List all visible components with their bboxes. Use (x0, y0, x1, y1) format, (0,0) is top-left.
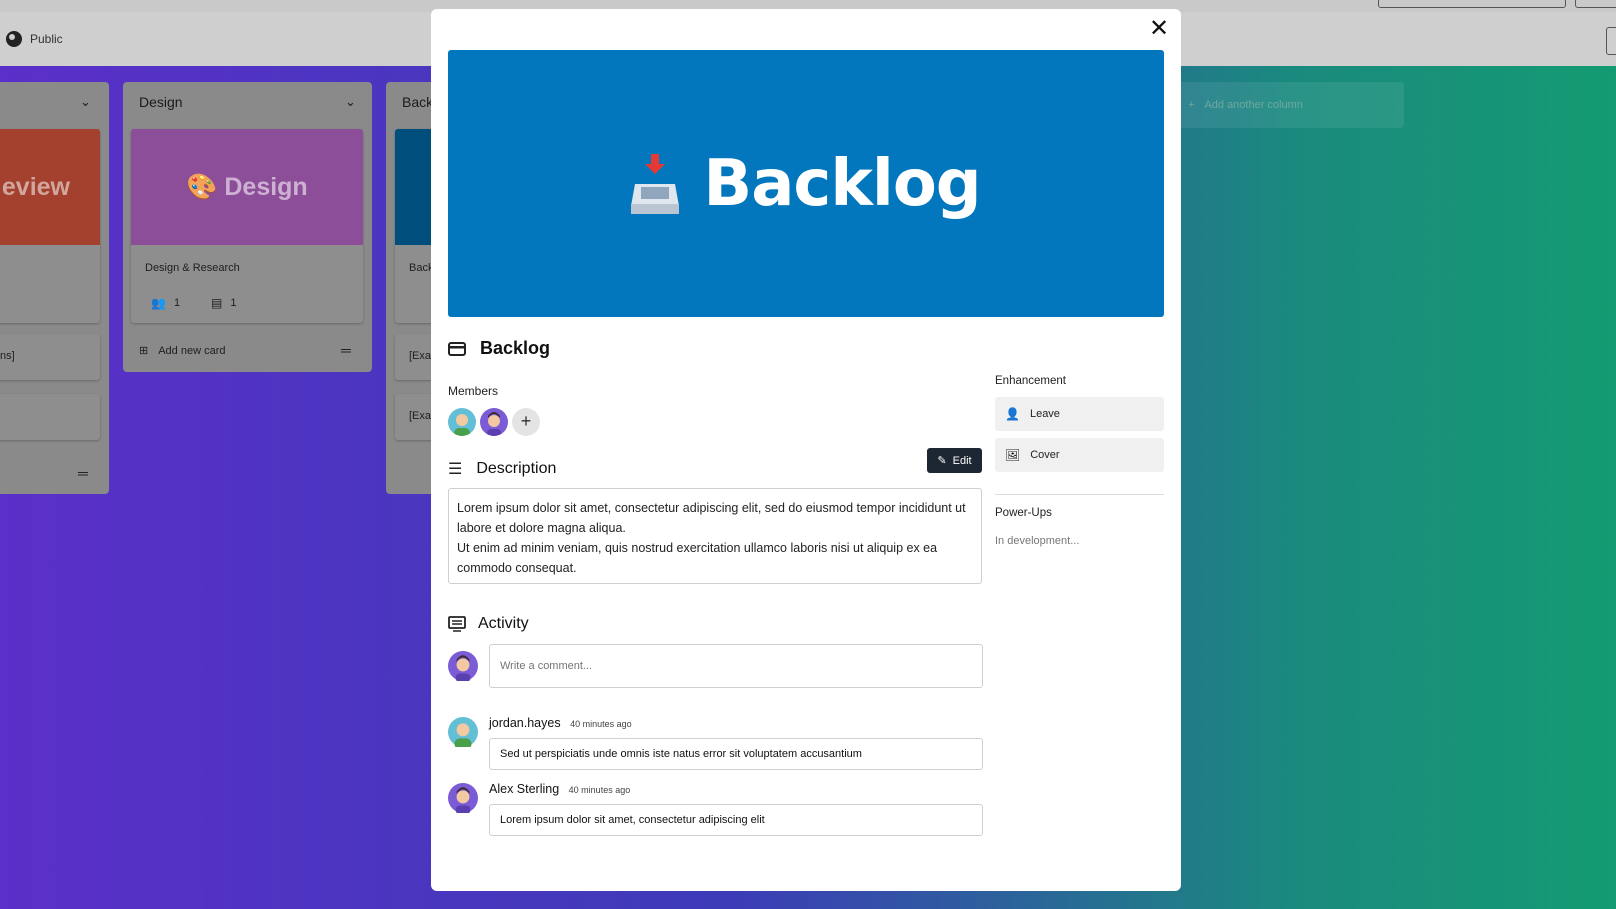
comment-text: Sed ut perspiciatis unde omnis iste natu… (489, 738, 983, 770)
column-title: Design (139, 94, 183, 110)
card-cover: eview (0, 129, 100, 245)
cover-button[interactable]: 🖼 Cover (995, 438, 1164, 472)
description-icon: ☰ (448, 461, 463, 478)
card-title: Design & Research (145, 262, 240, 274)
description-line: Ut enim ad minim veniam, quis nostrud ex… (457, 541, 938, 575)
sidebar-divider (995, 494, 1164, 495)
cover-title: Backlog (703, 146, 981, 221)
card-icon (448, 341, 466, 356)
member-avatars: + (448, 408, 540, 436)
add-card-button[interactable]: ⊞ Add new card (139, 344, 226, 358)
drag-handle-icon[interactable]: ═ (341, 342, 351, 358)
person-icon (455, 787, 471, 815)
top-search-box[interactable] (1378, 0, 1566, 8)
comment-author[interactable]: Alex Sterling (489, 782, 559, 796)
add-column-label: Add another column (1204, 99, 1303, 111)
board-column-review: ⌄ eview ns] ═ (0, 82, 109, 494)
board-card[interactable]: eview (0, 129, 100, 323)
comment-icon: ▤ (211, 296, 223, 310)
description-line: Lorem ipsum dolor sit amet, consectetur … (457, 501, 966, 535)
inbox-tray-icon (631, 153, 680, 214)
cover-label: Cover (1030, 449, 1060, 461)
comment-header: Alex Sterling 40 minutes ago (489, 782, 630, 796)
board-menu-button[interactable] (1606, 27, 1616, 55)
powerups-label: Power-Ups (995, 507, 1052, 519)
comment-avatar (448, 717, 478, 750)
edit-description-button[interactable]: ✎ Edit (927, 448, 982, 473)
card-title[interactable]: Backlog (480, 338, 550, 359)
leave-label: Leave (1029, 408, 1060, 420)
card-detail-modal: ✕ Backlog Backlog Members + ☰ Descriptio… (431, 9, 1181, 891)
leave-button[interactable]: 👤 Leave (995, 397, 1164, 431)
person-icon (454, 723, 472, 750)
add-card-label: Add new card (158, 344, 226, 357)
activity-header: Activity (448, 615, 529, 633)
comment-header: jordan.hayes 40 minutes ago (489, 716, 632, 730)
card-cover: 🎨 Design (131, 129, 363, 245)
chevron-down-icon[interactable]: ⌄ (80, 94, 91, 109)
card-comments: ▤ 1 (211, 296, 236, 310)
visibility-label: Public (30, 32, 63, 46)
globe-icon (6, 31, 22, 47)
board-card[interactable]: 🎨 Design Design & Research 👥 1 ▤ 1 (131, 129, 363, 323)
description-text[interactable]: Lorem ipsum dolor sit amet, consectetur … (448, 488, 982, 584)
top-account-box[interactable] (1575, 0, 1616, 8)
members-label: Members (448, 384, 499, 398)
description-title: Description (476, 460, 557, 477)
person-icon (454, 414, 470, 436)
comment-author[interactable]: jordan.hayes (489, 716, 561, 730)
drag-handle-icon[interactable]: ═ (78, 465, 88, 481)
edit-icon: ✎ (937, 455, 947, 467)
card-title: Back (409, 262, 434, 274)
image-icon: 🖼 (1005, 448, 1021, 462)
comment-time: 40 minutes ago (568, 785, 631, 795)
powerups-status: In development... (995, 535, 1080, 547)
avatar[interactable] (480, 408, 508, 436)
cover-text: eview (1, 172, 70, 201)
card-title-row: Backlog (448, 338, 550, 359)
card-title: [Exa (409, 410, 432, 422)
card-members: 👥 1 (151, 296, 180, 310)
comment-body: Lorem ipsum dolor sit amet, consectetur … (500, 814, 765, 826)
person-icon (455, 655, 471, 683)
cover-text: 🎨 Design (186, 172, 308, 201)
activity-icon (448, 616, 466, 632)
close-icon[interactable]: ✕ (1147, 17, 1171, 41)
avatar[interactable] (448, 408, 476, 436)
comment-avatar (448, 783, 478, 815)
board-card[interactable] (0, 394, 100, 440)
board-card[interactable]: ns] (0, 334, 100, 380)
chevron-down-icon[interactable]: ⌄ (345, 94, 356, 109)
card-title: [Exa (409, 350, 432, 362)
card-title: ns] (0, 350, 15, 362)
people-icon: 👥 (151, 296, 166, 310)
comment-time: 40 minutes ago (570, 719, 632, 729)
board-column-design: Design ⌄ 🎨 Design Design & Research 👥 1 … (123, 82, 372, 372)
comments-count: 1 (230, 297, 237, 309)
visibility-indicator[interactable]: Public (6, 31, 63, 47)
column-title: Back (402, 94, 434, 110)
comment-input[interactable] (489, 644, 983, 688)
add-card-icon: ⊞ (139, 345, 149, 357)
comment-body: Sed ut perspiciatis unde omnis iste natu… (500, 748, 862, 760)
add-column-button[interactable]: + Add another column (1178, 82, 1404, 128)
edit-label: Edit (952, 454, 972, 467)
add-member-button[interactable]: + (512, 408, 540, 436)
members-count: 1 (173, 297, 181, 309)
card-cover-image: Backlog (448, 50, 1164, 317)
person-icon (487, 412, 501, 436)
enhancement-label: Enhancement (995, 375, 1066, 387)
comment-text: Lorem ipsum dolor sit amet, consectetur … (489, 804, 983, 836)
description-header: ☰ Description (448, 459, 556, 479)
current-user-avatar (448, 651, 478, 683)
person-icon: 👤 (1005, 407, 1020, 421)
plus-icon: + (1188, 99, 1195, 111)
activity-title: Activity (478, 615, 529, 632)
